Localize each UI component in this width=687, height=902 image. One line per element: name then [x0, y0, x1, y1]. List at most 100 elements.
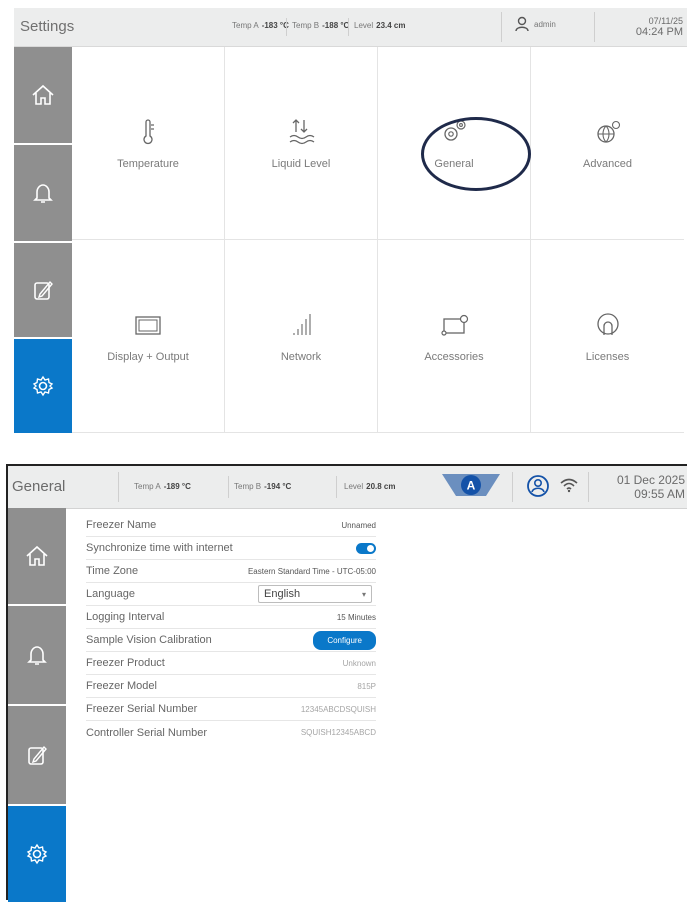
row-label: Freezer Serial Number [86, 703, 198, 715]
row-label: Freezer Model [86, 680, 157, 692]
row-time-zone[interactable]: Time Zone Eastern Standard Time - UTC-05… [86, 560, 376, 583]
tile-label: Temperature [117, 158, 179, 170]
tile-display-output[interactable]: Display + Output [72, 240, 225, 433]
divider [588, 472, 589, 502]
home-icon [26, 545, 48, 566]
tile-accessories[interactable]: Accessories [378, 240, 531, 433]
sidebar [8, 508, 66, 902]
row-label: Synchronize time with internet [86, 542, 233, 554]
settings-panel: Settings Temp A -183 °C Temp B -188 °C Lev… [14, 8, 687, 433]
sidebar-item-notes[interactable] [8, 706, 66, 804]
tile-label: Network [280, 351, 322, 363]
time-text: 09:55 AM [634, 486, 685, 501]
configure-button[interactable]: Configure [313, 630, 376, 650]
row-value: SQUISH12345ABCD [300, 728, 376, 737]
tile-label: Advanced [583, 158, 632, 170]
monitor-icon [135, 316, 161, 335]
bell-icon [27, 646, 47, 665]
row-label: Logging Interval [86, 611, 165, 623]
page-title: General [12, 478, 66, 495]
chevron-down-icon: ▾ [361, 589, 366, 599]
row-sync-time: Synchronize time with internet [86, 537, 376, 560]
row-label: Sample Vision Calibration [86, 634, 212, 646]
date-time: 01 Dec 2025 09:55 AM [616, 473, 685, 502]
sidebar-item-settings[interactable] [14, 339, 72, 433]
general-panel: General Temp A -189 °C Temp B -194 °C Leve… [6, 464, 687, 902]
divider [348, 18, 349, 36]
temp-b-status: Temp B -194 °C [234, 482, 292, 491]
row-freezer-name[interactable]: Freezer Name Unnamed [86, 514, 376, 537]
level-status: Level 20.8 cm [344, 482, 396, 491]
thermometer-icon [143, 119, 154, 145]
edit-icon [28, 745, 47, 765]
wifi-icon[interactable] [560, 477, 578, 493]
row-language: Language English ▾ [86, 583, 376, 606]
divider [512, 472, 513, 502]
tile-liquid-level[interactable]: Liquid Level [225, 47, 378, 240]
sidebar-item-notes[interactable] [14, 243, 72, 337]
row-value: 12345ABCDSQUISH [300, 704, 376, 714]
row-sample-vision: Sample Vision Calibration Configure [86, 629, 376, 652]
divider [501, 12, 502, 42]
date-text: 07/11/25 [648, 16, 683, 26]
temp-a-status: Temp A -189 °C [134, 482, 191, 491]
row-label: Freezer Product [86, 657, 165, 669]
controller-badge-icon: A [442, 474, 500, 496]
temp-a-status: Temp A -183 °C [232, 21, 289, 30]
settings-icon [32, 375, 54, 397]
badge-letter: A [467, 479, 476, 493]
row-value: 815P [357, 681, 376, 691]
divider [118, 472, 119, 502]
tile-temperature[interactable]: Temperature [72, 47, 225, 240]
sidebar [14, 47, 72, 433]
level-status: Level 23.4 cm [354, 21, 406, 30]
row-value: Unnamed [341, 520, 376, 530]
liquid-level-icon [289, 119, 315, 145]
sidebar-item-alarms[interactable] [14, 145, 72, 241]
divider [594, 12, 595, 42]
row-controller-serial: Controller Serial Number SQUISH12345ABCD [86, 721, 376, 744]
row-freezer-model[interactable]: Freezer Model 815P [86, 675, 376, 698]
divider [228, 476, 229, 498]
divider [286, 18, 287, 36]
user-name: admin [534, 19, 556, 29]
tile-label: Licenses [585, 351, 630, 363]
temp-b-status: Temp B -188 °C [292, 21, 350, 30]
settings-grid: Temperature Liquid Level General Advance… [72, 47, 687, 433]
tile-network[interactable]: Network [225, 240, 378, 433]
language-select[interactable]: English ▾ [258, 585, 372, 603]
header-bar: General Temp A -189 °C Temp B -194 °C Leve… [8, 466, 687, 509]
row-value: 15 Minutes [336, 612, 376, 622]
row-freezer-serial: Freezer Serial Number 12345ABCDSQUISH [86, 698, 376, 721]
time-text: 04:24 PM [635, 26, 683, 39]
tile-label: Liquid Level [271, 158, 331, 170]
general-settings-list: Freezer Name Unnamed Synchronize time wi… [86, 514, 376, 744]
sidebar-item-settings[interactable] [8, 806, 66, 902]
row-value: Unknown [342, 658, 376, 668]
accessories-icon [441, 314, 469, 336]
sidebar-item-home[interactable] [8, 508, 66, 604]
row-freezer-product[interactable]: Freezer Product Unknown [86, 652, 376, 675]
home-icon [32, 84, 54, 105]
bell-icon [33, 184, 53, 203]
row-logging-interval[interactable]: Logging Interval 15 Minutes [86, 606, 376, 629]
divider [336, 476, 337, 498]
date-time: 07/11/25 04:24 PM [636, 16, 683, 39]
tile-label: Display + Output [107, 351, 189, 363]
license-icon [596, 313, 619, 335]
sync-time-toggle[interactable] [356, 542, 376, 554]
user-icon[interactable] [526, 474, 550, 498]
settings-icon [26, 843, 48, 865]
highlight-circle [421, 117, 531, 191]
sidebar-item-alarms[interactable] [8, 606, 66, 704]
sidebar-item-home[interactable] [14, 47, 72, 143]
date-text: 01 Dec 2025 [616, 473, 685, 487]
tile-licenses[interactable]: Licenses [531, 240, 684, 433]
tile-advanced[interactable]: Advanced [531, 47, 684, 240]
globe-gear-icon [596, 120, 620, 143]
user-account[interactable]: admin [514, 16, 556, 32]
row-label: Language [86, 588, 135, 600]
tile-label: Accessories [424, 351, 484, 363]
page-title: Settings [20, 18, 75, 35]
header-bar: Settings Temp A -183 °C Temp B -188 °C Lev… [14, 8, 687, 47]
